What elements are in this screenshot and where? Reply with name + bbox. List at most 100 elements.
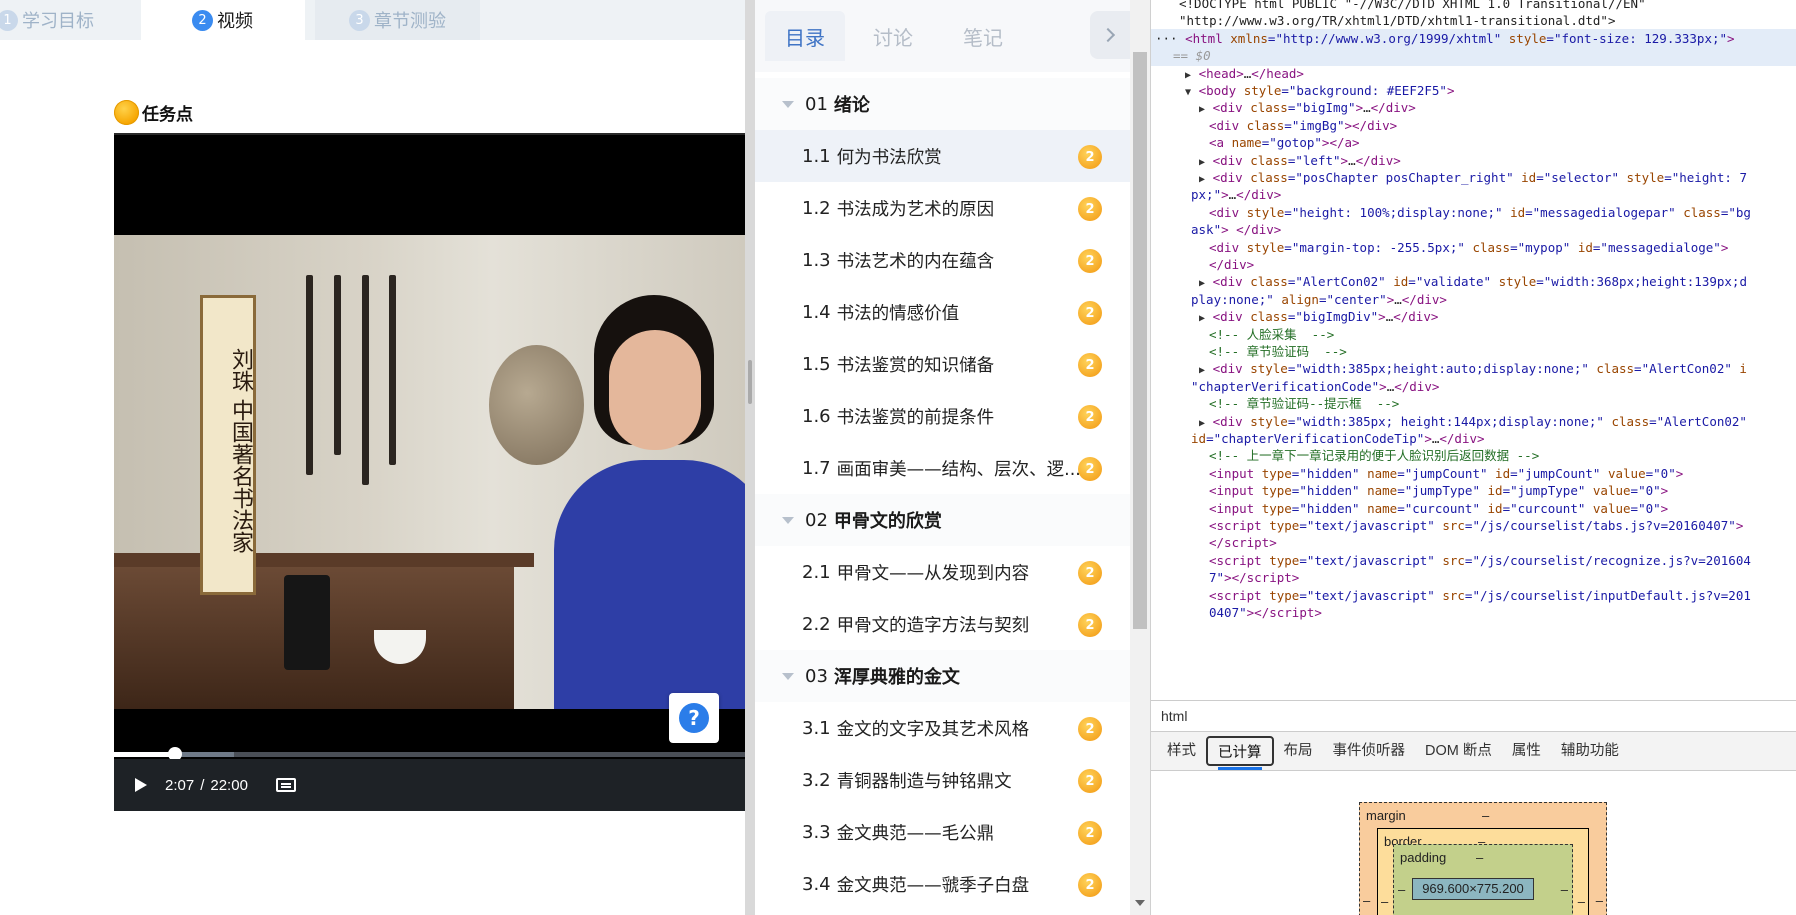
dom-breadcrumb[interactable]: html bbox=[1151, 700, 1796, 730]
devtools-tab[interactable]: 布局 bbox=[1274, 736, 1323, 766]
devtools-tab[interactable]: 辅助功能 bbox=[1551, 736, 1629, 766]
lesson-title: 青铜器制造与钟铭鼎文 bbox=[836, 771, 1012, 792]
video-brush bbox=[362, 275, 369, 485]
tab-number-3: 3 bbox=[349, 9, 370, 31]
task-count-badge: 2 bbox=[1078, 821, 1102, 845]
chapter-header[interactable]: 01 绪论 bbox=[755, 78, 1130, 130]
tab-catalog[interactable]: 目录 bbox=[765, 11, 845, 61]
video-presenter-face bbox=[609, 330, 701, 450]
video-frame[interactable]: 刘珠 中国著名书法家 bbox=[114, 235, 745, 709]
task-count-badge: 2 bbox=[1078, 613, 1102, 637]
video-presenter-body bbox=[554, 460, 745, 709]
padding-label: padding bbox=[1400, 850, 1447, 865]
task-count-badge: 2 bbox=[1078, 457, 1102, 481]
help-button[interactable]: ? bbox=[669, 693, 719, 743]
lesson-item[interactable]: 1.2 书法成为艺术的原因 2 bbox=[755, 182, 1130, 234]
tab-number-1: 1 bbox=[0, 9, 18, 31]
lesson-title: 甲骨文——从发现到内容 bbox=[836, 563, 1030, 584]
devtools-tab[interactable]: 属性 bbox=[1502, 736, 1551, 766]
course-content: 1 学习目标 2 视频 3 章节测验 任务点 刘珠 中国著名书法家 ? 2:07… bbox=[0, 0, 745, 915]
lesson-title: 甲骨文的造字方法与契刻 bbox=[836, 615, 1030, 636]
progress-played bbox=[114, 752, 175, 757]
chapter-number: 01 bbox=[805, 93, 828, 115]
current-time: 2:07 bbox=[165, 776, 195, 794]
tab-discussion[interactable]: 讨论 bbox=[853, 11, 933, 61]
box-model-border: border – – – padding – – – 969.600×775.2… bbox=[1377, 828, 1589, 915]
margin-left-value: – bbox=[1363, 893, 1371, 908]
lesson-item[interactable]: 1.3 书法艺术的内在蕴含 2 bbox=[755, 234, 1130, 286]
tab-chapter-quiz[interactable]: 3 章节测验 bbox=[315, 0, 480, 40]
dom-node-line[interactable]: 0407"></script> bbox=[1151, 603, 1796, 623]
tab-label: 学习目标 bbox=[22, 11, 94, 32]
lesson-number: 3.4 bbox=[802, 873, 831, 895]
lesson-number: 1.3 bbox=[802, 249, 831, 271]
tab-notes[interactable]: 笔记 bbox=[943, 11, 1023, 61]
player-controls: 2:07 / 22:00 bbox=[114, 759, 745, 811]
box-model-padding: padding – – – 969.600×775.200 bbox=[1393, 844, 1573, 915]
lesson-item[interactable]: 1.1 何为书法欣赏 2 bbox=[755, 130, 1130, 182]
tab-video[interactable]: 2 视频 bbox=[141, 0, 305, 40]
lesson-item[interactable]: 1.6 书法鉴赏的前提条件 2 bbox=[755, 390, 1130, 442]
box-model-content: 969.600×775.200 bbox=[1412, 878, 1534, 900]
lesson-item[interactable]: 1.4 书法的情感价值 2 bbox=[755, 286, 1130, 338]
lesson-item[interactable]: 3.2 青铜器制造与钟铭鼎文 2 bbox=[755, 754, 1130, 806]
devtools-tab[interactable]: 样式 bbox=[1157, 736, 1206, 766]
task-count-badge: 2 bbox=[1078, 561, 1102, 585]
lesson-item[interactable]: 1.5 书法鉴赏的知识储备 2 bbox=[755, 338, 1130, 390]
lesson-title: 金文的文字及其艺术风格 bbox=[836, 719, 1030, 740]
lesson-item[interactable]: 1.7 画面审美——结构、层次、逻... 2 bbox=[755, 442, 1130, 494]
scroll-down-arrow-icon[interactable] bbox=[1135, 900, 1145, 906]
chapter-header[interactable]: 03 浑厚典雅的金文 bbox=[755, 650, 1130, 702]
time-display: 2:07 / 22:00 bbox=[165, 777, 248, 794]
lesson-item[interactable]: 3.3 金文典范——毛公鼎 2 bbox=[755, 806, 1130, 858]
lesson-title: 书法鉴赏的前提条件 bbox=[836, 407, 995, 428]
lesson-item[interactable]: 3.1 金文的文字及其艺术风格 2 bbox=[755, 702, 1130, 754]
box-model: margin – – – border – – – padding – – – … bbox=[1151, 772, 1796, 915]
tab-number-2: 2 bbox=[192, 9, 213, 31]
panel-splitter[interactable] bbox=[745, 0, 755, 915]
task-count-badge: 2 bbox=[1078, 301, 1102, 325]
margin-top-value: – bbox=[1482, 808, 1490, 823]
task-count-badge: 2 bbox=[1078, 769, 1102, 793]
border-right-value: – bbox=[1577, 894, 1585, 909]
play-icon[interactable] bbox=[135, 778, 147, 792]
lesson-title: 书法的情感价值 bbox=[836, 303, 960, 324]
lesson-number: 1.2 bbox=[802, 197, 831, 219]
video-presenter bbox=[554, 295, 745, 709]
chapter-header[interactable]: 02 甲骨文的欣赏 bbox=[755, 494, 1130, 546]
breadcrumb-item[interactable]: html bbox=[1161, 708, 1187, 724]
task-count-badge: 2 bbox=[1078, 717, 1102, 741]
devtools-tab[interactable]: 已计算 bbox=[1206, 736, 1274, 770]
margin-right-value: – bbox=[1595, 893, 1603, 908]
catalog-next-button[interactable] bbox=[1090, 11, 1130, 59]
catalog-scrollbar[interactable] bbox=[1130, 0, 1150, 915]
splitter-grip[interactable] bbox=[748, 360, 752, 404]
duration: 22:00 bbox=[210, 776, 248, 794]
devtools-tab[interactable]: 事件侦听器 bbox=[1323, 736, 1416, 766]
tab-learning-goals[interactable]: 1 学习目标 bbox=[0, 0, 117, 40]
lesson-number: 3.2 bbox=[802, 769, 831, 791]
lesson-title: 书法鉴赏的知识储备 bbox=[836, 355, 995, 376]
task-point-icon bbox=[114, 100, 139, 125]
dom-tree: <!DOCTYPE html PUBLIC "-//W3C//DTD XHTML… bbox=[1151, 0, 1796, 698]
catalog-list: 01 绪论 1.1 何为书法欣赏 2 1.2 书法成为艺术的原因 2 1.3 书法艺术的内在蕴含 2… bbox=[755, 78, 1130, 910]
lesson-item[interactable]: 2.2 甲骨文的造字方法与契刻 2 bbox=[755, 598, 1130, 650]
video-progress-bar[interactable] bbox=[114, 747, 745, 761]
lesson-number: 2.2 bbox=[802, 613, 831, 635]
help-icon: ? bbox=[679, 703, 709, 733]
chevron-down-icon bbox=[782, 672, 794, 680]
subtitles-icon[interactable] bbox=[275, 778, 296, 792]
lesson-item[interactable]: 3.4 金文典范——虢季子白盘 2 bbox=[755, 858, 1130, 910]
scrollbar-thumb[interactable] bbox=[1133, 52, 1147, 629]
task-count-badge: 2 bbox=[1078, 873, 1102, 897]
chapter-title: 甲骨文的欣赏 bbox=[833, 511, 942, 532]
task-count-badge: 2 bbox=[1078, 249, 1102, 273]
devtools-tab[interactable]: DOM 断点 bbox=[1415, 736, 1502, 766]
video-player[interactable]: 刘珠 中国著名书法家 ? 2:07 / 22:00 bbox=[114, 133, 745, 811]
chevron-down-icon bbox=[782, 100, 794, 108]
devtools-panel: <!DOCTYPE html PUBLIC "-//W3C//DTD XHTML… bbox=[1150, 0, 1796, 915]
devtools-subtabs: 样式 已计算 布局 事件侦听器 DOM 断点 属性 辅助功能 bbox=[1151, 731, 1796, 771]
lesson-item[interactable]: 2.1 甲骨文——从发现到内容 2 bbox=[755, 546, 1130, 598]
catalog-panel: 目录 讨论 笔记 01 绪论 1.1 何为书法欣赏 2 1.2 书法成为艺术的原因 2 1.3 书… bbox=[755, 0, 1130, 915]
video-scroll-text: 刘珠 中国著名书法家 bbox=[228, 347, 253, 553]
